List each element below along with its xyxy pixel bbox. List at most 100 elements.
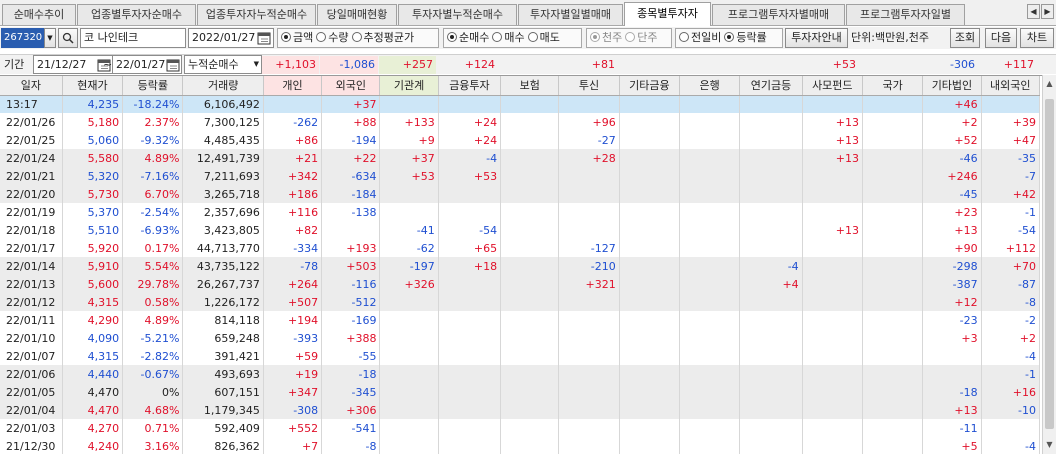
radio-icon	[625, 32, 636, 42]
cell-기타금융	[619, 113, 681, 131]
cell-보험	[500, 419, 560, 437]
column-header-17[interactable]: 내외국인	[981, 76, 1041, 96]
tab-5[interactable]: 투자자별누적순매수	[398, 4, 517, 25]
column-header-10[interactable]: 투신	[558, 76, 620, 96]
cell-외국인: +88	[321, 113, 381, 131]
column-header-11[interactable]: 기타금융	[619, 76, 681, 96]
tab-2[interactable]: 업종별투자자순매수	[77, 4, 196, 25]
table-row[interactable]: 22/01/05 4,470 0% 607,151 +347 -345 -18 +16	[0, 383, 1041, 401]
cell-기관계: +37	[379, 149, 439, 167]
unit-option-2[interactable]: 단주	[622, 31, 658, 44]
column-header-5[interactable]: 개인	[263, 76, 323, 96]
column-header-4[interactable]: 거래량	[182, 76, 264, 96]
table-row[interactable]: 22/01/10 4,090 -5.21% 659,248 -393 +388 +3 +2	[0, 329, 1041, 347]
column-header-15[interactable]: 국가	[862, 76, 924, 96]
unit-option-label: 단주	[637, 31, 658, 44]
table-row[interactable]: 22/01/25 5,060 -9.32% 4,485,435 +86 -194 +9 +24…	[0, 131, 1041, 149]
column-header-6[interactable]: 외국인	[321, 76, 381, 96]
cell-금융투자	[438, 365, 502, 383]
tab-6[interactable]: 투자자별일별매매	[518, 4, 623, 25]
table-row[interactable]: 22/01/19 5,370 -2.54% 2,357,696 +116 -138 +23-…	[0, 203, 1041, 221]
cell-국가	[862, 203, 924, 221]
cell-기타법인: +52	[922, 131, 982, 149]
table-row[interactable]: 22/01/13 5,600 29.78% 26,267,737 +264 -116 +32…	[0, 275, 1041, 293]
column-header-1[interactable]: 일자	[0, 76, 63, 96]
cell-국가	[862, 383, 924, 401]
query-button[interactable]: 조회	[950, 28, 980, 48]
cell-기관계	[379, 311, 439, 329]
column-header-16[interactable]: 기타법인	[922, 76, 982, 96]
mode-option-1[interactable]: 금액	[278, 31, 313, 44]
cell-거래량: 592,409	[182, 419, 264, 437]
compare-option-1[interactable]: 전일비	[676, 31, 721, 44]
cell-은행	[679, 401, 741, 419]
next-button[interactable]: 다음	[985, 28, 1017, 48]
cell-국가	[862, 239, 924, 257]
scroll-down-icon[interactable]: ▼	[1043, 437, 1056, 452]
tab-8[interactable]: 프로그램투자자별매매	[712, 4, 845, 25]
calendar-icon[interactable]	[257, 31, 272, 45]
table-row[interactable]: 22/01/24 5,580 4.89% 12,491,739 +21 +22 +37 -4 +…	[0, 149, 1041, 167]
tab-9[interactable]: 프로그램투자자일별	[846, 4, 965, 25]
table-row[interactable]: 21/12/30 4,240 3.16% 826,362 +7 -8 +5 -4	[0, 437, 1041, 454]
column-header-7[interactable]: 기관계	[379, 76, 439, 96]
table-row[interactable]: 22/01/11 4,290 4.89% 814,118 +194 -169 -23 -2	[0, 311, 1041, 329]
summary-trust: +81	[591, 58, 615, 71]
table-row[interactable]: 22/01/18 5,510 -6.93% 3,423,805 +82 -41 -54 +13…	[0, 221, 1041, 239]
table-row[interactable]: 22/01/07 4,315 -2.82% 391,421 +59 -55 -4	[0, 347, 1041, 365]
column-header-8[interactable]: 금융투자	[438, 76, 502, 96]
code-dropdown-button[interactable]: ▼	[44, 28, 56, 48]
table-row[interactable]: 22/01/21 5,320 -7.16% 7,211,693 +342 -634 +53 +…	[0, 167, 1041, 185]
trade-option-1[interactable]: 순매수	[444, 31, 489, 44]
scroll-up-icon[interactable]: ▲	[1043, 76, 1056, 91]
column-header-12[interactable]: 은행	[679, 76, 741, 96]
table-row[interactable]: 22/01/06 4,440 -0.67% 493,693 +19 -18 -1	[0, 365, 1041, 383]
cell-연기금등	[739, 329, 803, 347]
column-header-2[interactable]: 현재가	[62, 76, 124, 96]
table-row[interactable]: 22/01/12 4,315 0.58% 1,226,172 +507 -512 +12 -8	[0, 293, 1041, 311]
chart-button[interactable]: 차트	[1020, 28, 1054, 48]
cell-사모펀드	[802, 437, 863, 454]
cell-연기금등	[739, 131, 803, 149]
mode-option-3[interactable]: 추정평균가	[349, 31, 414, 44]
table-row[interactable]: 22/01/14 5,910 5.54% 43,735,122 -78 +503 -197 +…	[0, 257, 1041, 275]
column-header-3[interactable]: 등락률	[122, 76, 184, 96]
cell-투신	[558, 419, 620, 437]
compare-option-2[interactable]: 등락률	[721, 31, 767, 44]
mode-option-2[interactable]: 수량	[313, 31, 349, 44]
cell-개인: +21	[263, 149, 323, 167]
table-row[interactable]: 22/01/26 5,180 2.37% 7,300,125 -262 +88 +133 +2…	[0, 113, 1041, 131]
tab-1[interactable]: 순매수추이	[2, 4, 76, 25]
column-header-14[interactable]: 사모펀드	[802, 76, 863, 96]
table-row[interactable]: 22/01/04 4,470 4.68% 1,179,345 -308 +306 +13 -1…	[0, 401, 1041, 419]
cell-일자: 22/01/19	[0, 203, 63, 221]
table-row[interactable]: 22/01/20 5,730 6.70% 3,265,718 +186 -184 -45 +4…	[0, 185, 1041, 203]
trade-option-2[interactable]: 매수	[489, 31, 525, 44]
cell-거래량: 4,485,435	[182, 131, 264, 149]
calendar-icon[interactable]	[166, 58, 181, 72]
period-type-select[interactable]: 누적순매수 ▼	[184, 55, 262, 74]
trade-option-3[interactable]: 매도	[525, 31, 560, 44]
cell-보험	[500, 113, 560, 131]
vertical-scrollbar[interactable]: ▲ ▼	[1042, 75, 1056, 454]
table-row[interactable]: 13:17 4,235 -18.24% 6,106,492 +37 +46	[0, 95, 1041, 113]
tab-scroll-right-icon[interactable]: ▶	[1041, 4, 1054, 19]
cell-사모펀드	[802, 419, 863, 437]
tab-7[interactable]: 종목별투자자	[624, 2, 711, 26]
table-row[interactable]: 22/01/17 5,920 0.17% 44,713,770 -334 +193 -62 +…	[0, 239, 1041, 257]
cell-기타금융	[619, 275, 681, 293]
table-row[interactable]: 22/01/03 4,270 0.71% 592,409 +552 -541 -11	[0, 419, 1041, 437]
column-header-9[interactable]: 보험	[500, 76, 560, 96]
tab-scroll-left-icon[interactable]: ◀	[1027, 4, 1040, 19]
investor-guide-button[interactable]: 투자자안내	[785, 28, 848, 48]
stock-search-button[interactable]	[58, 28, 78, 48]
tab-4[interactable]: 당일매매현황	[317, 4, 397, 25]
tab-3[interactable]: 업종투자자누적순매수	[197, 4, 316, 25]
scroll-thumb[interactable]	[1045, 99, 1054, 429]
unit-option-1[interactable]: 천주	[587, 31, 622, 44]
cell-개인: +116	[263, 203, 323, 221]
column-header-13[interactable]: 연기금등	[739, 76, 803, 96]
investor-data-grid[interactable]: 일자 현재가 등락률 거래량 개인 외국인 기관계 금융투자 보험 투신 기타금융 은행 연기금등 사모펀…	[0, 75, 1042, 454]
stock-code-select[interactable]: 267320	[1, 28, 45, 48]
stock-name-field[interactable]: 코 나인테크	[80, 28, 186, 48]
